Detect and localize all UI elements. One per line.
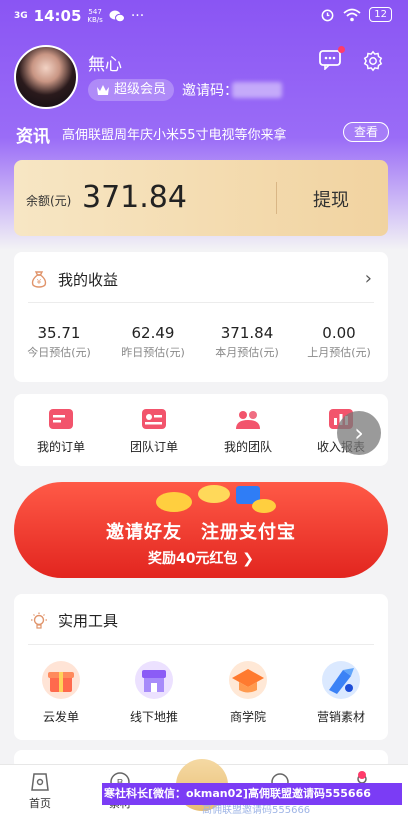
team-order-icon — [142, 409, 166, 429]
net-speed: 547 KB/s — [87, 8, 102, 24]
watermark-banner: 寒社科长[微信：okman02]高佣联盟邀请码555666 — [102, 783, 402, 805]
profile-unread-dot — [358, 771, 366, 779]
status-time: 14:05 — [33, 7, 82, 25]
news-view-button[interactable]: 查看 — [343, 122, 389, 142]
message-unread-dot — [338, 46, 345, 53]
material-icon — [322, 661, 360, 699]
stat-label: 昨日预估(元) — [121, 346, 185, 359]
tool-label: 线下地推 — [129, 710, 178, 724]
menu-my-team[interactable]: 我的团队 — [208, 408, 288, 455]
wifi-icon — [343, 8, 361, 21]
stat-value: 35.71 — [37, 324, 81, 342]
stat-last-month[interactable]: 0.00 上月预估(元) — [294, 324, 384, 360]
banner-subline: 奖励40元红包 ❯ — [147, 551, 255, 567]
invite-code-label: 邀请码： — [182, 83, 238, 99]
earnings-arrow-icon[interactable]: › — [365, 268, 372, 289]
crown-icon — [97, 85, 109, 95]
stat-label: 本月预估(元) — [215, 346, 279, 359]
tool-academy[interactable]: 商学院 — [208, 660, 288, 725]
home-icon — [31, 773, 49, 791]
withdraw-button[interactable]: 提现 — [313, 186, 349, 212]
net-speed-unit: KB/s — [87, 16, 103, 24]
banner-headline: 邀请好友 注册支付宝 — [106, 522, 296, 543]
earnings-title: 我的收益 — [58, 271, 119, 289]
tab-home-label: 首页 — [29, 797, 51, 810]
alarm-icon — [321, 9, 334, 22]
status-bar: 3G 14:05 547 KB/s ··· 12 — [0, 0, 408, 32]
user-name: 無心 — [88, 55, 122, 75]
avatar[interactable] — [14, 45, 78, 109]
lightbulb-icon — [31, 612, 47, 629]
order-icon — [49, 409, 73, 429]
menu-label: 我的订单 — [36, 440, 85, 454]
balance-value: 371.84 — [82, 180, 187, 215]
invite-code-blurred — [232, 82, 282, 98]
shop-icon — [135, 661, 173, 699]
signal-indicator: 3G — [14, 10, 28, 21]
menu-label: 我的团队 — [223, 440, 272, 454]
tool-marketing-material[interactable]: 营销素材 — [301, 660, 381, 725]
stat-today[interactable]: 35.71 今日预估(元) — [14, 324, 104, 360]
balance-card: 余额(元) 371.84 提现 — [14, 160, 388, 236]
tools-card: 实用工具 云发单 线下地推 商学院 营销素材 — [14, 594, 388, 740]
stat-this-month[interactable]: 371.84 本月预估(元) — [202, 324, 292, 360]
vip-badge[interactable]: 超级会员 — [88, 79, 175, 101]
menu-my-orders[interactable]: 我的订单 — [21, 408, 101, 455]
net-speed-value: 547 — [88, 8, 102, 16]
coins-decoration-icon — [156, 485, 276, 513]
tool-offline-promo[interactable]: 线下地推 — [114, 660, 194, 725]
tab-home[interactable]: 首页 — [10, 771, 70, 811]
gift-icon — [42, 661, 80, 699]
earnings-card: ¥ 我的收益 › 35.71 今日预估(元) 62.49 昨日预估(元) 371… — [14, 252, 388, 382]
stat-yesterday[interactable]: 62.49 昨日预估(元) — [108, 324, 198, 360]
quick-menu-card: 我的订单 团队订单 我的团队 收入报表 — [14, 394, 388, 466]
tool-label: 营销素材 — [316, 710, 365, 724]
balance-label: 余额(元) — [26, 194, 72, 208]
tools-title: 实用工具 — [58, 612, 119, 630]
menu-scroll-button[interactable]: › — [337, 411, 381, 455]
svg-text:¥: ¥ — [37, 278, 42, 286]
academy-icon — [229, 661, 267, 699]
tool-label: 商学院 — [229, 710, 266, 724]
stat-value: 62.49 — [131, 324, 175, 342]
earnings-divider — [28, 302, 374, 303]
message-icon[interactable] — [319, 50, 341, 70]
team-icon — [236, 411, 260, 429]
money-bag-icon: ¥ — [31, 271, 47, 288]
invite-banner[interactable]: 邀请好友 注册支付宝 奖励40元红包 ❯ — [14, 482, 388, 578]
balance-divider — [276, 182, 277, 214]
stat-label: 今日预估(元) — [27, 346, 91, 359]
tool-cloud-post[interactable]: 云发单 — [21, 660, 101, 725]
vip-label: 超级会员 — [114, 82, 167, 97]
news-tag: 资讯 — [16, 127, 50, 147]
status-dots: ··· — [130, 8, 145, 24]
watermark-subtext: 高佣联盟邀请码555666 — [202, 805, 311, 816]
menu-team-orders[interactable]: 团队订单 — [114, 408, 194, 455]
gear-icon[interactable] — [362, 50, 384, 72]
battery-indicator: 12 — [369, 7, 392, 22]
stat-value: 0.00 — [322, 324, 356, 342]
wechat-icon — [109, 10, 125, 23]
tool-label: 云发单 — [42, 710, 79, 724]
stat-label: 上月预估(元) — [307, 346, 371, 359]
menu-label: 团队订单 — [129, 440, 178, 454]
tools-divider — [28, 644, 374, 645]
news-headline[interactable]: 高佣联盟周年庆小米55寸电视等你来拿 — [62, 124, 287, 143]
stat-value: 371.84 — [220, 324, 274, 342]
